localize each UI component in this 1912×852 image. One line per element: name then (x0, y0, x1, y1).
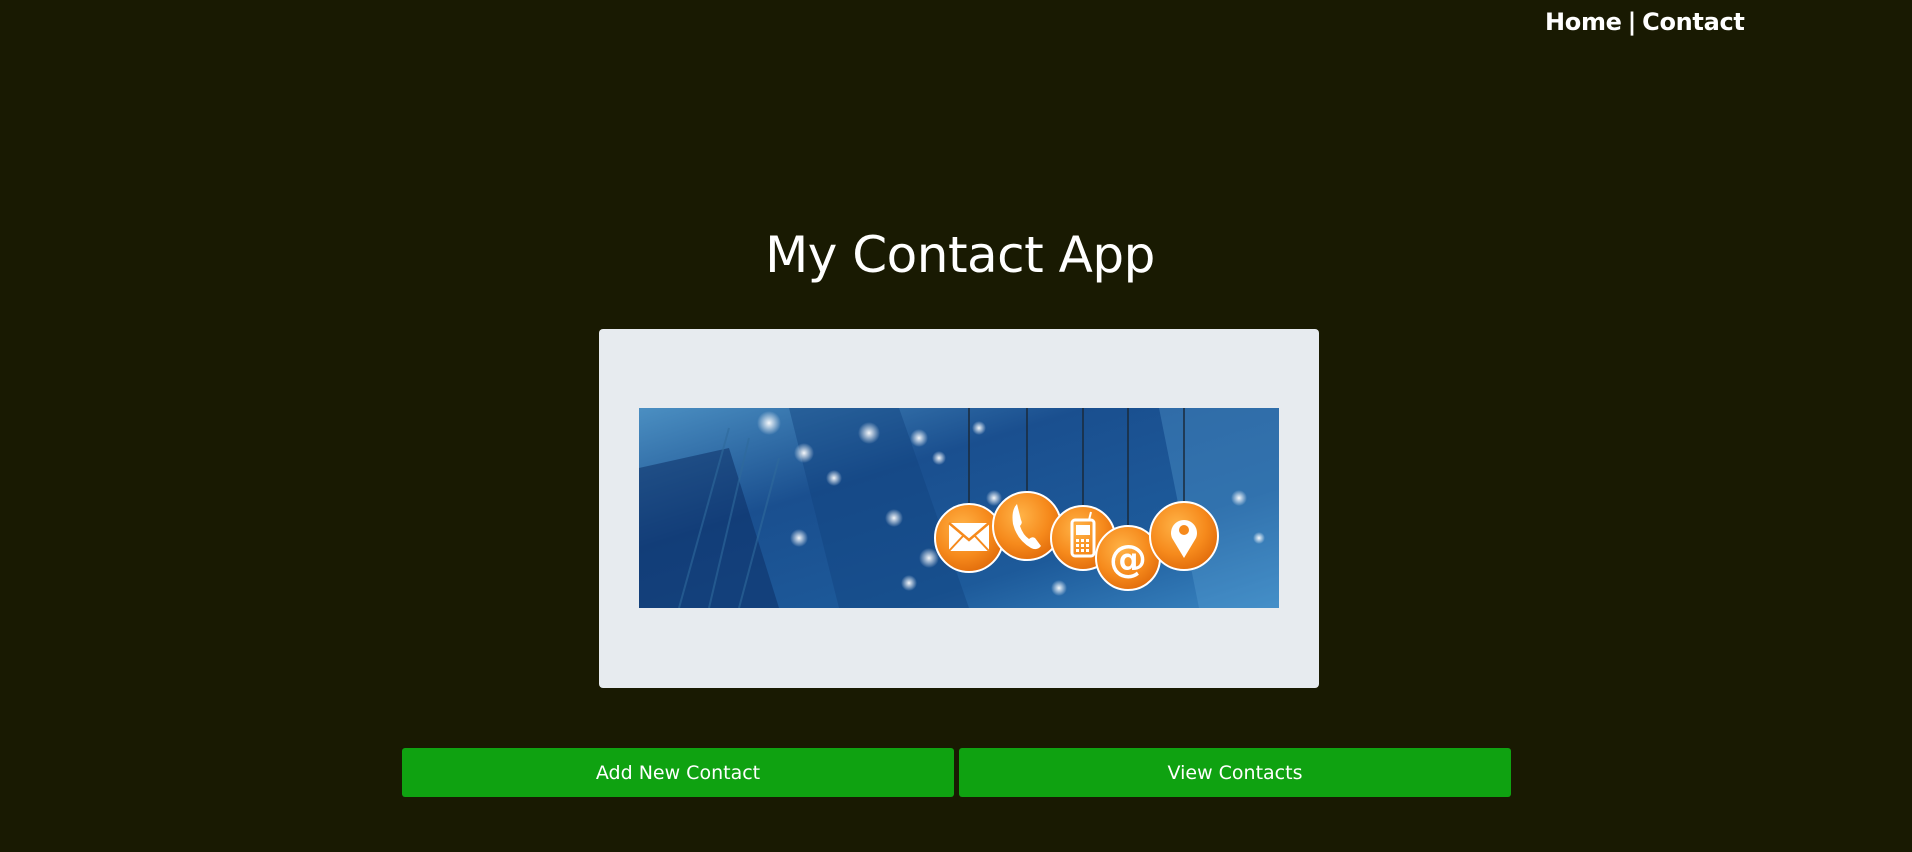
nav-link-contact[interactable]: Contact (1642, 8, 1745, 36)
add-new-contact-button[interactable]: Add New Contact (402, 748, 954, 797)
envelope-icon (934, 503, 1004, 573)
view-contacts-button[interactable]: View Contacts (959, 748, 1511, 797)
phone-icon (992, 491, 1062, 561)
nav-separator: | (1627, 8, 1637, 36)
location-pin-icon (1149, 501, 1219, 571)
nav-link-home[interactable]: Home (1545, 8, 1622, 36)
banner-image: @ (639, 408, 1279, 608)
top-nav: Home | Contact (1545, 8, 1745, 36)
banner-illustration: @ (639, 408, 1279, 608)
svg-text:@: @ (1109, 537, 1147, 581)
banner-card: @ (599, 329, 1319, 688)
page-title: My Contact App (765, 226, 1155, 284)
